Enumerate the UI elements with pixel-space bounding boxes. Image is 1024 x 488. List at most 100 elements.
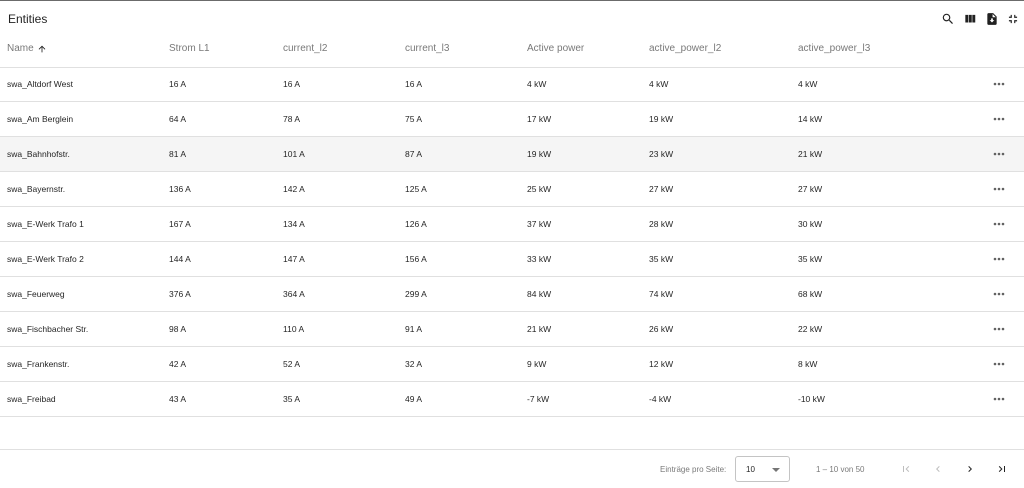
cell-entity-name: swa_Fischbacher Str. (7, 324, 89, 334)
cell-c6: 30 kW (798, 219, 823, 229)
first-page-icon[interactable] (898, 461, 914, 477)
cell-c3: 156 A (405, 254, 427, 264)
cell-c3: 75 A (405, 114, 423, 124)
table-row[interactable]: swa_Bahnhofstr. 81 A 101 A 87 A 19 kW 23 kW 21… (0, 137, 1024, 172)
cell-c3: 91 A (405, 324, 423, 334)
cell-c3: 87 A (405, 149, 423, 159)
more-horiz-icon[interactable] (991, 286, 1007, 302)
cell-entity-name: swa_Feuerweg (7, 289, 65, 299)
cell-c1: 42 A (169, 359, 187, 369)
cell-c5: 23 kW (649, 149, 674, 159)
table-row[interactable]: swa_Am Berglein 64 A 78 A 75 A 17 kW 19 kW 14 … (0, 102, 1024, 137)
more-horiz-icon[interactable] (991, 111, 1007, 127)
table-row[interactable]: swa_E-Werk Trafo 2 144 A 147 A 156 A 33 kW 35… (0, 242, 1024, 277)
cell-c2: 101 A (283, 149, 305, 159)
cell-c3: 16 A (405, 79, 423, 89)
cell-entity-name: swa_Freibad (7, 394, 56, 404)
cell-c2: 78 A (283, 114, 301, 124)
page-title: Entities (8, 12, 48, 26)
cell-c1: 167 A (169, 219, 191, 229)
cell-c6: 14 kW (798, 114, 823, 124)
cell-c2: 134 A (283, 219, 305, 229)
table-row[interactable]: swa_Bayernstr. 136 A 142 A 125 A 25 kW 27 kW 2… (0, 172, 1024, 207)
cell-c3: 49 A (405, 394, 423, 404)
column-header-name[interactable]: Name (7, 43, 47, 54)
cell-c2: 16 A (283, 79, 301, 89)
cell-c4: 9 kW (527, 359, 547, 369)
per-page-value: 10 (746, 465, 755, 474)
search-icon[interactable] (938, 9, 958, 29)
more-horiz-icon[interactable] (991, 216, 1007, 232)
cell-c3: 299 A (405, 289, 427, 299)
cell-c6: 21 kW (798, 149, 823, 159)
cell-c5: 12 kW (649, 359, 674, 369)
table-row[interactable]: swa_Fischbacher Str. 98 A 110 A 91 A 21 kW 26… (0, 312, 1024, 347)
cell-c5: 4 kW (649, 79, 669, 89)
next-page-icon[interactable] (962, 461, 978, 477)
cell-entity-name: swa_Bahnhofstr. (7, 149, 70, 159)
cell-c1: 16 A (169, 79, 187, 89)
cell-c6: 4 kW (798, 79, 818, 89)
column-header-active-power-l3[interactable]: active_power_l3 (798, 43, 870, 54)
fullscreen-exit-icon[interactable] (1003, 9, 1023, 29)
more-horiz-icon[interactable] (991, 251, 1007, 267)
last-page-icon[interactable] (994, 461, 1010, 477)
cell-c4: 25 kW (527, 184, 552, 194)
column-header-active-power[interactable]: Active power (527, 43, 584, 54)
table-header: Name Strom L1 current_l2 current_l3 Acti… (0, 36, 1024, 68)
table-row[interactable]: swa_Frankenstr. 42 A 52 A 32 A 9 kW 12 kW 8 kW (0, 347, 1024, 382)
cell-c5: 35 kW (649, 254, 674, 264)
more-horiz-icon[interactable] (991, 181, 1007, 197)
export-document-icon[interactable] (982, 9, 1002, 29)
cell-c6: 22 kW (798, 324, 823, 334)
cell-c1: 64 A (169, 114, 187, 124)
more-horiz-icon[interactable] (991, 76, 1007, 92)
more-horiz-icon[interactable] (991, 146, 1007, 162)
cell-c4: 37 kW (527, 219, 552, 229)
cell-c1: 144 A (169, 254, 191, 264)
more-horiz-icon[interactable] (991, 321, 1007, 337)
cell-c1: 376 A (169, 289, 191, 299)
cell-c5: 26 kW (649, 324, 674, 334)
table-row[interactable]: swa_E-Werk Trafo 1 167 A 134 A 126 A 37 kW 28… (0, 207, 1024, 242)
cell-c2: 52 A (283, 359, 301, 369)
cell-c3: 32 A (405, 359, 423, 369)
cell-c1: 43 A (169, 394, 187, 404)
column-header-current-l3[interactable]: current_l3 (405, 43, 449, 54)
cell-c6: -10 kW (798, 394, 825, 404)
more-horiz-icon[interactable] (991, 356, 1007, 372)
per-page-select[interactable]: 10 (735, 456, 790, 482)
more-horiz-icon[interactable] (991, 391, 1007, 407)
previous-page-icon[interactable] (930, 461, 946, 477)
cell-c4: 17 kW (527, 114, 552, 124)
columns-icon[interactable] (960, 9, 980, 29)
cell-c6: 35 kW (798, 254, 823, 264)
cell-c2: 147 A (283, 254, 305, 264)
cell-c6: 8 kW (798, 359, 818, 369)
cell-c2: 142 A (283, 184, 305, 194)
dropdown-arrow-icon (772, 468, 780, 472)
column-header-current-l2[interactable]: current_l2 (283, 43, 327, 54)
cell-c5: -4 kW (649, 394, 672, 404)
cell-c2: 35 A (283, 394, 301, 404)
cell-entity-name: swa_Frankenstr. (7, 359, 70, 369)
table-row[interactable]: swa_Freibad 43 A 35 A 49 A -7 kW -4 kW -10 kW (0, 382, 1024, 417)
cell-c2: 364 A (283, 289, 305, 299)
cell-entity-name: swa_E-Werk Trafo 1 (7, 219, 84, 229)
column-header-name-label: Name (7, 43, 34, 54)
cell-c1: 136 A (169, 184, 191, 194)
column-header-strom-l1[interactable]: Strom L1 (169, 43, 210, 54)
arrow-upward-icon (38, 45, 46, 52)
column-header-active-power-l2[interactable]: active_power_l2 (649, 43, 721, 54)
cell-c4: -7 kW (527, 394, 550, 404)
cell-c4: 4 kW (527, 79, 547, 89)
table-row[interactable]: swa_Altdorf West 16 A 16 A 16 A 4 kW 4 kW 4 kW (0, 67, 1024, 102)
cell-c5: 27 kW (649, 184, 674, 194)
cell-c1: 81 A (169, 149, 187, 159)
table-toolbar: Entities (0, 1, 1024, 35)
cell-c4: 33 kW (527, 254, 552, 264)
cell-c4: 84 kW (527, 289, 552, 299)
table-row[interactable]: swa_Feuerweg 376 A 364 A 299 A 84 kW 74 kW 68 … (0, 277, 1024, 312)
cell-c6: 27 kW (798, 184, 823, 194)
cell-entity-name: swa_Am Berglein (7, 114, 74, 124)
